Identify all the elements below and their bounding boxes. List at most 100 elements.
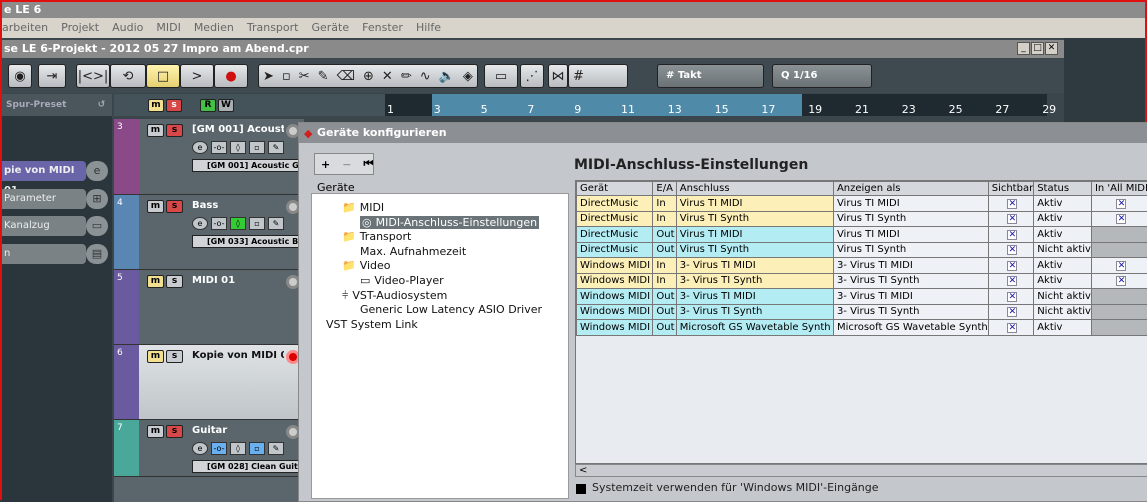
- device-cell[interactable]: DirectMusic: [577, 196, 653, 212]
- track-row[interactable]: 6msKopie von MIDI 01: [114, 345, 304, 420]
- checkbox[interactable]: ✕: [1007, 323, 1017, 333]
- menu-item-4[interactable]: Medien: [194, 18, 234, 38]
- port-cell[interactable]: Microsoft GS Wavetable Synth: [676, 320, 833, 336]
- cycle-button[interactable]: ⟲: [110, 64, 146, 88]
- track-control-button[interactable]: ◊: [230, 217, 246, 230]
- port-cell[interactable]: Virus TI Synth: [676, 211, 833, 227]
- checkbox[interactable]: ✕: [1116, 199, 1126, 209]
- range-tool-icon[interactable]: ▫: [282, 69, 291, 84]
- solo-button[interactable]: s: [166, 425, 183, 438]
- track-name[interactable]: Bass: [192, 200, 284, 211]
- track-name[interactable]: MIDI 01: [192, 275, 284, 286]
- display-name-cell[interactable]: Virus TI MIDI: [833, 196, 988, 212]
- display-name-cell[interactable]: 3- Virus TI MIDI: [833, 289, 988, 305]
- status-cell[interactable]: Aktiv: [1034, 196, 1092, 212]
- zoom-tool-icon[interactable]: ⊕: [363, 69, 374, 84]
- color-select-icon[interactable]: ▭: [484, 64, 518, 88]
- table-row[interactable]: Windows MIDIIn3- Virus TI MIDI3- Virus T…: [577, 258, 1147, 274]
- direction-cell[interactable]: Out: [653, 320, 676, 336]
- stop-button[interactable]: □: [146, 64, 180, 88]
- tree-item[interactable]: ▭Video-Player: [360, 274, 444, 287]
- device-cell[interactable]: Windows MIDI: [577, 320, 653, 336]
- status-cell[interactable]: Aktiv: [1034, 211, 1092, 227]
- display-name-cell[interactable]: Virus TI MIDI: [833, 227, 988, 243]
- solo-button[interactable]: s: [166, 124, 183, 137]
- track-control-button[interactable]: e: [192, 217, 208, 230]
- display-name-cell[interactable]: 3- Virus TI Synth: [833, 304, 988, 320]
- program-selector[interactable]: [GM 001] Acoustic Gr: [192, 159, 304, 172]
- checkbox-cell[interactable]: ✕: [988, 196, 1033, 212]
- track-control-button[interactable]: ▫: [249, 141, 265, 154]
- direction-cell[interactable]: Out: [653, 242, 676, 258]
- inspector-section[interactable]: Parameter: [2, 189, 86, 209]
- mute-button[interactable]: m: [147, 425, 164, 438]
- maximize-button[interactable]: □: [1031, 42, 1044, 55]
- autoscroll-icon[interactable]: ⇥: [38, 64, 66, 88]
- table-row[interactable]: Windows MIDIOut3- Virus TI Synth3- Virus…: [577, 304, 1147, 320]
- direction-cell[interactable]: In: [653, 273, 676, 289]
- tree-item[interactable]: 📁Video: [342, 259, 391, 272]
- track-name[interactable]: Guitar: [192, 425, 284, 436]
- column-header[interactable]: Anzeigen als: [833, 182, 988, 196]
- checkbox-cell[interactable]: ✕: [988, 211, 1033, 227]
- device-cell[interactable]: Windows MIDI: [577, 273, 653, 289]
- menu-item-7[interactable]: Fenster: [362, 18, 403, 38]
- checkbox[interactable]: ✕: [1007, 276, 1017, 286]
- tree-item[interactable]: VST System Link: [326, 318, 418, 331]
- checkbox[interactable]: ✕: [1007, 214, 1017, 224]
- port-cell[interactable]: 3- Virus TI MIDI: [676, 289, 833, 305]
- checkbox-cell[interactable]: ✕: [988, 304, 1033, 320]
- checkbox[interactable]: ✕: [1116, 261, 1126, 271]
- table-row[interactable]: DirectMusicOutVirus TI MIDIVirus TI MIDI…: [577, 227, 1147, 243]
- program-selector[interactable]: [GM 028] Clean Guita: [192, 460, 304, 473]
- table-row[interactable]: DirectMusicInVirus TI SynthVirus TI Synt…: [577, 211, 1147, 227]
- glue-tool-icon[interactable]: ✎: [318, 69, 329, 84]
- track-control-button[interactable]: ▫: [249, 442, 265, 455]
- checkbox[interactable]: ✕: [1116, 276, 1126, 286]
- port-cell[interactable]: 3- Virus TI Synth: [676, 304, 833, 320]
- mute-button[interactable]: m: [147, 200, 164, 213]
- close-button[interactable]: ✕: [1045, 42, 1058, 55]
- tree-item[interactable]: Generic Low Latency ASIO Driver: [360, 303, 542, 316]
- auto-fades-icon[interactable]: ⋰: [520, 64, 544, 88]
- direction-cell[interactable]: In: [653, 196, 676, 212]
- direction-cell[interactable]: In: [653, 211, 676, 227]
- inspector-section-icon[interactable]: ▤: [86, 244, 108, 264]
- play-button[interactable]: >: [180, 64, 214, 88]
- device-cell[interactable]: Windows MIDI: [577, 258, 653, 274]
- track-row[interactable]: 3ms[GM 001] Acoustic Ge-o-◊▫✎[GM 001] Ac…: [114, 119, 304, 195]
- track-control-button[interactable]: ✎: [268, 217, 284, 230]
- go-to-start-end-button[interactable]: |<>|: [76, 64, 110, 88]
- table-row[interactable]: Windows MIDIIn3- Virus TI Synth3- Virus …: [577, 273, 1147, 289]
- menu-item-3[interactable]: MIDI: [156, 18, 180, 38]
- display-name-cell[interactable]: 3- Virus TI MIDI: [833, 258, 988, 274]
- checkbox[interactable]: ✕: [1007, 230, 1017, 240]
- color-tool-icon[interactable]: ◈: [463, 69, 473, 84]
- checkbox-cell[interactable]: ✕: [988, 273, 1033, 289]
- minimize-button[interactable]: _: [1017, 42, 1030, 55]
- checkbox-cell[interactable]: ✕: [988, 289, 1033, 305]
- checkbox[interactable]: ✕: [1007, 307, 1017, 317]
- mute-button[interactable]: m: [147, 350, 164, 363]
- mute-tool-icon[interactable]: ✕: [382, 69, 393, 84]
- track-control-button[interactable]: ✎: [268, 141, 284, 154]
- constrain-delay-icon[interactable]: ◉: [8, 64, 32, 88]
- snap-mode-icon[interactable]: #: [568, 64, 628, 88]
- table-row[interactable]: Windows MIDIOut3- Virus TI MIDI3- Virus …: [577, 289, 1147, 305]
- status-cell[interactable]: Nicht aktiv: [1034, 242, 1092, 258]
- status-cell[interactable]: Aktiv: [1034, 273, 1092, 289]
- global-mute-button[interactable]: m: [148, 99, 164, 112]
- line-tool-icon[interactable]: ∿: [420, 69, 431, 84]
- track-control-button[interactable]: -o-: [211, 141, 227, 154]
- global-solo-button[interactable]: s: [166, 99, 182, 112]
- inspector-section-icon[interactable]: ▭: [86, 216, 108, 236]
- column-header[interactable]: Status: [1034, 182, 1092, 196]
- grid-type-dropdown[interactable]: # Takt: [657, 64, 764, 88]
- mute-button[interactable]: m: [147, 124, 164, 137]
- menu-item-0[interactable]: arbeiten: [2, 18, 48, 38]
- display-name-cell[interactable]: Microsoft GS Wavetable Synth: [833, 320, 988, 336]
- erase-tool-icon[interactable]: ⌫: [337, 69, 355, 84]
- checkbox[interactable]: ✕: [1007, 245, 1017, 255]
- menu-item-8[interactable]: Hilfe: [416, 18, 441, 38]
- track-control-button[interactable]: ◊: [230, 141, 246, 154]
